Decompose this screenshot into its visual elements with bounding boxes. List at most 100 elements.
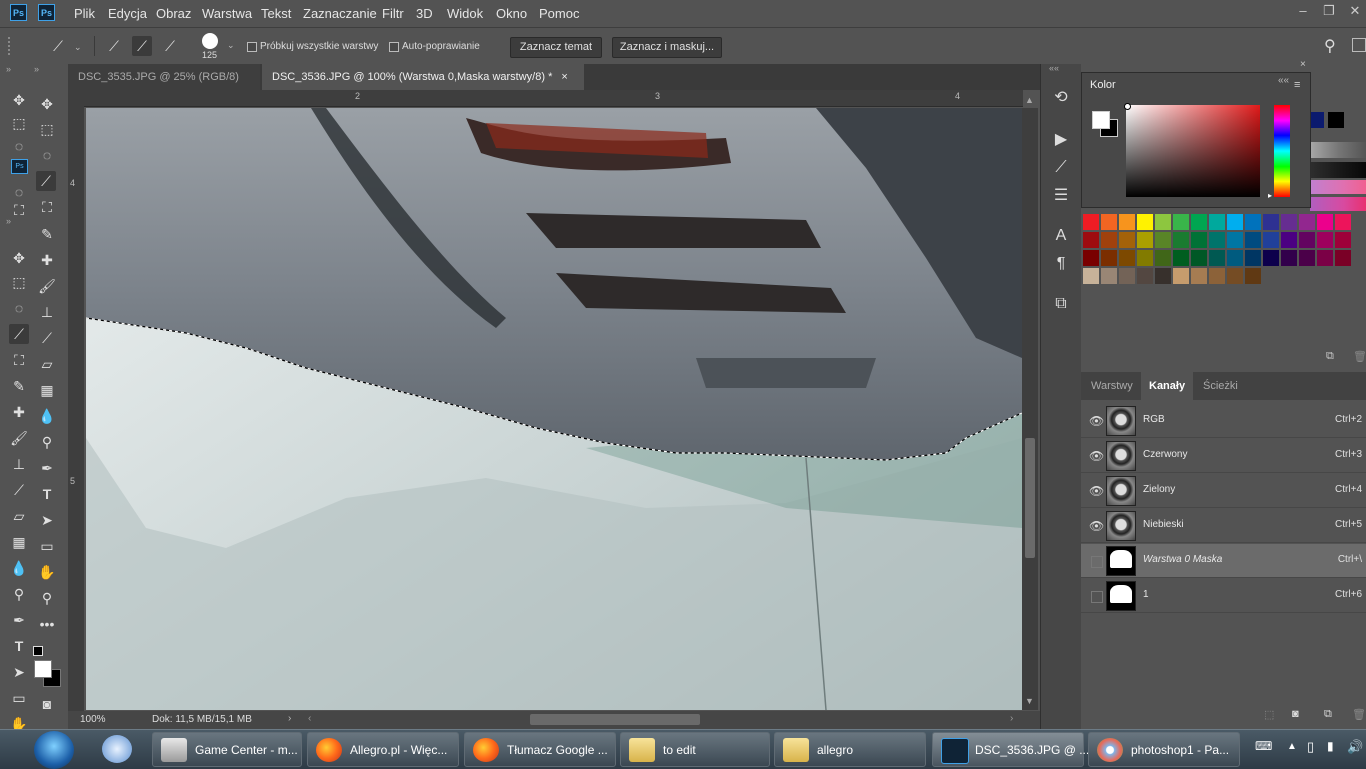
collapse-icon[interactable]: ««	[1049, 63, 1059, 73]
brush-settings-icon[interactable]: ⟋	[1051, 158, 1071, 178]
network-icon[interactable]: ▮	[1327, 739, 1334, 753]
taskbar-button[interactable]: to edit	[620, 732, 770, 767]
brush-tool-icon[interactable]: 🖌	[37, 276, 57, 296]
load-channel-as-selection-icon[interactable]: ⬚	[1264, 708, 1274, 721]
swatch[interactable]	[1299, 214, 1315, 230]
lasso-tool-icon[interactable]: ◌	[9, 182, 29, 202]
move-tool-icon[interactable]: ✥	[37, 94, 57, 114]
swatch[interactable]	[1101, 250, 1117, 266]
taskbar-button[interactable]: allegro	[774, 732, 926, 767]
trash-icon[interactable]: 🗑	[1352, 708, 1366, 721]
channel-row[interactable]: 👁 Zielony Ctrl+4	[1081, 474, 1366, 508]
ruler-vertical[interactable]: 4 5	[68, 106, 84, 711]
zoom-level[interactable]: 100%	[80, 714, 106, 725]
hue-slider[interactable]	[1274, 105, 1290, 197]
swatch[interactable]	[1335, 250, 1351, 266]
sample-all-layers-checkbox[interactable]	[247, 42, 257, 52]
move-tool-icon[interactable]: ✥	[9, 248, 29, 268]
swatch[interactable]	[1328, 112, 1344, 128]
swatch[interactable]	[1155, 268, 1171, 284]
collapse-icon[interactable]: ««	[1278, 75, 1289, 86]
channel-row[interactable]: Warstwa 0 Maska Ctrl+\	[1081, 544, 1366, 578]
swatch[interactable]	[1083, 232, 1099, 248]
grip-handle[interactable]	[8, 37, 12, 55]
swatch[interactable]	[1281, 214, 1297, 230]
swatch[interactable]	[1137, 232, 1153, 248]
eyedropper-tool-icon[interactable]: ✎	[9, 376, 29, 396]
swatch[interactable]	[1245, 232, 1261, 248]
swatch[interactable]	[1245, 250, 1261, 266]
channel-row[interactable]: 1 Ctrl+6	[1081, 579, 1366, 613]
menu-3d[interactable]: 3D	[416, 6, 433, 21]
zoom-tool-icon[interactable]: ⚲	[37, 588, 57, 608]
tab-dsc-3536[interactable]: DSC_3536.JPG @ 100% (Warstwa 0,Maska war…	[262, 64, 584, 90]
type-tool-icon[interactable]: T	[9, 636, 29, 656]
swatch[interactable]	[1281, 250, 1297, 266]
quick-selection-tool-icon[interactable]: ⟋	[48, 36, 68, 56]
clone-stamp-tool-icon[interactable]: ⊥	[9, 454, 29, 474]
swatch[interactable]	[1119, 250, 1135, 266]
swatch[interactable]	[1335, 232, 1351, 248]
auto-enhance-checkbox[interactable]	[389, 42, 399, 52]
marquee-tool-icon[interactable]: ⬚	[9, 113, 29, 133]
rectangle-tool-icon[interactable]: ▭	[37, 536, 57, 556]
eye-icon[interactable]: 👁	[1089, 519, 1104, 533]
menu-select[interactable]: Zaznaczanie	[303, 6, 377, 21]
menu-file[interactable]: Plik	[74, 6, 95, 21]
select-and-mask-button[interactable]: Zaznacz i maskuj...	[612, 37, 722, 58]
color-picker-marker[interactable]	[1124, 103, 1131, 110]
3d-icon[interactable]: ⧉	[1051, 294, 1071, 314]
brush-picker-chevron-icon[interactable]: ⌄	[227, 40, 235, 51]
paragraph-icon[interactable]: ¶	[1051, 254, 1071, 274]
swatch[interactable]	[1281, 232, 1297, 248]
channel-row[interactable]: 👁 Czerwony Ctrl+3	[1081, 439, 1366, 473]
select-subject-button[interactable]: Zaznacz temat	[510, 37, 602, 58]
swatch[interactable]	[1119, 232, 1135, 248]
swatch[interactable]	[1299, 232, 1315, 248]
swatch[interactable]	[1310, 112, 1324, 128]
workspace-icon[interactable]	[1352, 38, 1366, 52]
menu-type[interactable]: Tekst	[261, 6, 291, 21]
channel-row[interactable]: 👁 Niebieski Ctrl+5	[1081, 509, 1366, 543]
swatch[interactable]	[1173, 214, 1189, 230]
channel-row[interactable]: 👁 RGB Ctrl+2	[1081, 404, 1366, 438]
quick-selection-tool-icon[interactable]: ⟋	[36, 171, 56, 191]
swatch-row[interactable]	[1310, 197, 1366, 211]
swatch[interactable]	[1191, 268, 1207, 284]
search-icon[interactable]: ⚲	[1324, 36, 1336, 56]
horizontal-scrollbar-thumb[interactable]	[530, 714, 700, 725]
swatch[interactable]	[1101, 214, 1117, 230]
swatch[interactable]	[1263, 250, 1279, 266]
swatch[interactable]	[1299, 250, 1315, 266]
swatch[interactable]	[1083, 250, 1099, 266]
swatch[interactable]	[1155, 232, 1171, 248]
path-selection-tool-icon[interactable]: ➤	[9, 662, 29, 682]
clone-stamp-tool-icon[interactable]: ⊥	[37, 302, 57, 322]
crop-tool-icon[interactable]: ⛶	[9, 200, 29, 220]
swatch[interactable]	[1209, 232, 1225, 248]
swatch[interactable]	[1227, 250, 1243, 266]
menu-view[interactable]: Widok	[447, 6, 483, 21]
swatch[interactable]	[1317, 232, 1333, 248]
new-swatch-icon[interactable]: ⧉	[1326, 350, 1334, 363]
swatch[interactable]	[1101, 268, 1117, 284]
close-icon[interactable]: ×	[1300, 59, 1306, 70]
gradient-tool-icon[interactable]: ▦	[37, 380, 57, 400]
color-field[interactable]	[1126, 105, 1260, 197]
swatch[interactable]	[1173, 268, 1189, 284]
collapse-icon[interactable]: »	[6, 64, 11, 74]
eyedropper-tool-icon[interactable]: ✎	[37, 224, 57, 244]
swatch[interactable]	[1137, 250, 1153, 266]
quick-mask-icon[interactable]: ◙	[37, 694, 57, 714]
swatch[interactable]	[1155, 214, 1171, 230]
swatch[interactable]	[1245, 214, 1261, 230]
marquee-tool-icon[interactable]: ⬚	[37, 119, 57, 139]
swatch[interactable]	[1101, 232, 1117, 248]
healing-brush-tool-icon[interactable]: ✚	[37, 250, 57, 270]
scroll-left-icon[interactable]: ‹	[308, 713, 311, 724]
menu-filter[interactable]: Filtr	[382, 6, 404, 21]
lasso-tool-icon[interactable]: ◌	[9, 298, 29, 318]
menu-layer[interactable]: Warstwa	[202, 6, 252, 21]
tab-dsc-3535[interactable]: DSC_3535.JPG @ 25% (RGB/8) ×	[68, 64, 260, 109]
history-brush-tool-icon[interactable]: ⟋	[37, 328, 57, 348]
